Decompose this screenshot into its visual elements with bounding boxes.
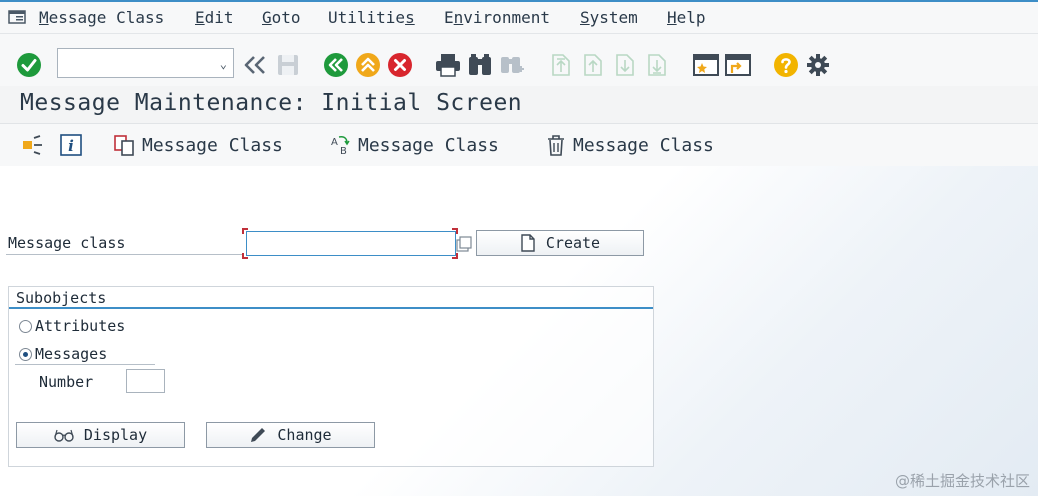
focus-corner bbox=[242, 228, 248, 234]
number-label: Number bbox=[39, 373, 94, 391]
value-help-icon[interactable] bbox=[456, 236, 472, 252]
subobjects-group: Subobjects Attributes Messages Number Di… bbox=[8, 286, 654, 467]
page-title: Message Maintenance: Initial Screen bbox=[20, 90, 523, 116]
create-button-label: Create bbox=[545, 234, 601, 252]
svg-text:A: A bbox=[331, 137, 338, 148]
number-field[interactable] bbox=[126, 369, 165, 393]
menu-help[interactable]: Help bbox=[667, 8, 706, 27]
menu-system[interactable]: System bbox=[580, 8, 638, 27]
menu-message-class[interactable]: Message Class bbox=[39, 8, 164, 27]
title-bar: Message Maintenance: Initial Screen bbox=[0, 86, 1038, 124]
command-input[interactable] bbox=[58, 49, 208, 77]
next-page-icon bbox=[616, 54, 634, 76]
focus-corner bbox=[242, 253, 248, 259]
create-button[interactable]: Create bbox=[476, 230, 644, 256]
find-icon[interactable] bbox=[467, 53, 493, 77]
menu-edit[interactable]: Edit bbox=[195, 8, 234, 27]
delete-button-label: Message Class bbox=[573, 134, 714, 156]
change-button[interactable]: Change bbox=[206, 422, 375, 448]
focus-corner bbox=[452, 228, 458, 234]
menu-bar: Message Class Edit Goto Utilities Enviro… bbox=[0, 2, 1038, 34]
new-document-icon bbox=[521, 234, 535, 252]
cancel-red-icon[interactable] bbox=[387, 52, 413, 78]
first-page-icon bbox=[552, 54, 570, 76]
back-green-icon[interactable] bbox=[323, 52, 349, 78]
copy-message-class-button[interactable]: Message Class bbox=[114, 132, 283, 158]
delete-trash-icon bbox=[548, 135, 564, 156]
radio-underline bbox=[15, 364, 155, 365]
message-class-label: Message class bbox=[8, 234, 126, 252]
exit-orange-icon[interactable] bbox=[355, 52, 381, 78]
group-title: Subobjects bbox=[16, 289, 107, 307]
watermark: @稀土掘金技术社区 bbox=[894, 472, 1030, 490]
menu-environment[interactable]: Environment bbox=[444, 8, 550, 27]
where-used-icon bbox=[23, 135, 42, 155]
system-menu-icon[interactable] bbox=[8, 10, 26, 24]
radio-label: Messages bbox=[35, 345, 108, 363]
chevron-down-icon[interactable]: ⌄ bbox=[220, 57, 227, 71]
shortcut-icon[interactable] bbox=[725, 53, 751, 77]
message-class-field[interactable] bbox=[246, 231, 456, 256]
print-icon[interactable] bbox=[435, 53, 461, 77]
radio-button[interactable] bbox=[19, 319, 32, 333]
menu-utilities[interactable]: Utilities bbox=[328, 8, 415, 27]
settings-icon[interactable] bbox=[805, 52, 831, 78]
display-button-label: Display bbox=[83, 426, 148, 444]
back-double-chevron-icon[interactable] bbox=[243, 54, 267, 76]
save-icon bbox=[278, 55, 298, 75]
create-session-icon[interactable] bbox=[693, 53, 719, 77]
standard-toolbar: ⌄ bbox=[0, 34, 1038, 86]
enter-icon[interactable] bbox=[16, 52, 42, 78]
copy-button-label: Message Class bbox=[142, 134, 283, 156]
delete-message-class-button[interactable]: Message Class bbox=[545, 132, 714, 158]
svg-text:i: i bbox=[68, 137, 74, 155]
info-button[interactable]: i bbox=[60, 132, 82, 158]
message-class-input[interactable] bbox=[247, 232, 455, 255]
previous-page-icon bbox=[584, 54, 602, 76]
number-input[interactable] bbox=[127, 370, 164, 392]
change-button-label: Change bbox=[277, 426, 332, 444]
copy-icon bbox=[114, 135, 134, 156]
pencil-icon bbox=[251, 428, 266, 442]
radio-button-selected[interactable] bbox=[19, 347, 32, 361]
display-button[interactable]: Display bbox=[16, 422, 185, 448]
last-page-icon bbox=[648, 54, 666, 76]
help-icon[interactable] bbox=[773, 52, 799, 78]
where-used-button[interactable] bbox=[22, 132, 44, 158]
menu-goto[interactable]: Goto bbox=[262, 8, 301, 27]
rename-icon: A B bbox=[331, 136, 350, 156]
rename-message-class-button[interactable]: A B Message Class bbox=[330, 132, 499, 158]
rename-button-label: Message Class bbox=[358, 134, 499, 156]
svg-text:B: B bbox=[340, 146, 347, 156]
command-field[interactable]: ⌄ bbox=[57, 48, 234, 78]
label-underline bbox=[6, 254, 242, 255]
focus-corner bbox=[452, 253, 458, 259]
find-next-icon bbox=[501, 57, 524, 73]
radio-messages[interactable]: Messages bbox=[19, 345, 107, 363]
group-title-line bbox=[9, 307, 653, 309]
radio-label: Attributes bbox=[35, 317, 126, 335]
application-toolbar: i Message Class A B Message Class Messag… bbox=[0, 124, 1038, 166]
info-icon: i bbox=[60, 134, 82, 156]
radio-attributes[interactable]: Attributes bbox=[19, 317, 125, 335]
glasses-icon bbox=[54, 429, 74, 442]
